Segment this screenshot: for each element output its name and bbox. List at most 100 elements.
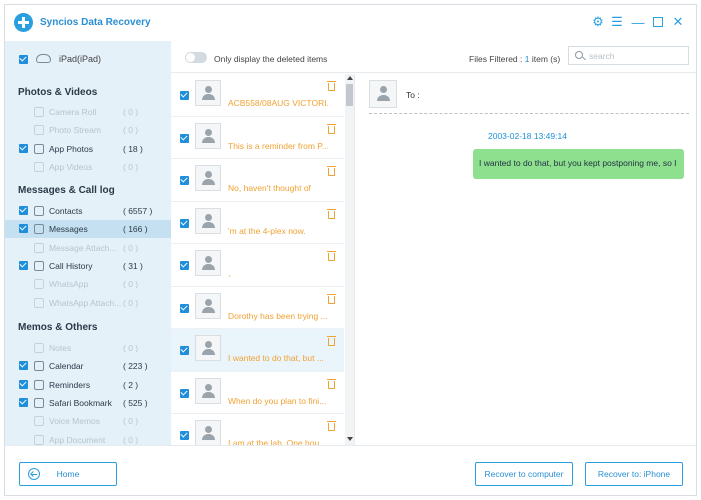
trash-icon[interactable] bbox=[327, 336, 336, 346]
sidebar-item-count: ( 0 ) bbox=[123, 434, 139, 445]
home-button[interactable]: Home bbox=[19, 462, 117, 486]
sidebar-item-label: App Photos bbox=[49, 143, 93, 154]
message-preview: No, haven't thought of bbox=[228, 183, 311, 193]
message-checkbox[interactable] bbox=[180, 346, 189, 355]
message-list-item[interactable]: I wanted to do that, but ... bbox=[171, 329, 344, 372]
message-checkbox[interactable] bbox=[180, 133, 189, 143]
message-list-item[interactable]: ACB558/08AUG VICTORI... bbox=[171, 74, 344, 117]
sidebar-item-contacts[interactable]: Contacts ( 6557 ) bbox=[5, 202, 171, 220]
recover-to-iphone-button[interactable]: Recover to: iPhone bbox=[585, 462, 683, 486]
sidebar-item-count: ( 6557 ) bbox=[123, 206, 153, 216]
message-list-item[interactable]: I am at the lab. One hou... bbox=[171, 414, 344, 445]
sidebar-item-notes[interactable]: Notes ( 0 ) bbox=[5, 339, 171, 357]
section-title: Messages & Call log bbox=[18, 185, 115, 196]
trash-icon[interactable] bbox=[327, 251, 336, 261]
settings-gear-icon[interactable]: ⚙ bbox=[590, 14, 606, 30]
sidebar-item-safari-bookmark[interactable]: Safari Bookmark ( 525 ) bbox=[5, 394, 171, 412]
message-preview: 'm at the 4-plex now. bbox=[228, 225, 306, 236]
message-list-item[interactable]: When do you plan to fini... bbox=[171, 372, 344, 414]
message-checkbox[interactable] bbox=[180, 431, 189, 440]
device-checkbox[interactable] bbox=[19, 55, 28, 64]
sidebar-item-whatsapp-attach[interactable]: WhatsApp Attach...( 0 ) bbox=[5, 294, 171, 312]
sidebar-item-count: ( 166 ) bbox=[123, 224, 148, 235]
sidebar-item-label: WhatsApp bbox=[49, 279, 89, 290]
maximize-icon[interactable] bbox=[650, 14, 666, 30]
message-list-scrollbar[interactable] bbox=[345, 74, 354, 445]
device-row[interactable]: iPad(iPad) bbox=[5, 41, 171, 79]
photo-stream-icon bbox=[34, 125, 44, 136]
sidebar-item-label: Reminders bbox=[49, 379, 91, 390]
sidebar-item-photo-stream[interactable]: Photo Stream ( 0 ) bbox=[5, 121, 171, 139]
search-input[interactable] bbox=[589, 49, 684, 62]
sidebar-item-app-photos[interactable]: App Photos ( 18 ) bbox=[5, 140, 171, 158]
title-bar: Syncios Data Recovery ⚙ ☰ — ✕ bbox=[5, 5, 696, 41]
scroll-down-arrow-icon[interactable] bbox=[347, 437, 353, 441]
minimize-icon[interactable]: — bbox=[630, 14, 646, 30]
avatar-body bbox=[202, 221, 215, 228]
to-label: To : bbox=[406, 90, 420, 100]
sidebar-item-call-history[interactable]: Call History ( 31 ) bbox=[5, 257, 171, 275]
sidebar-item-app-videos[interactable]: App Videos ( 0 ) bbox=[5, 158, 171, 176]
avatar-body bbox=[202, 179, 215, 185]
contact-avatar-icon bbox=[195, 377, 221, 404]
trash-icon[interactable] bbox=[327, 123, 336, 134]
trash-icon[interactable] bbox=[327, 293, 336, 304]
recover-to-computer-button[interactable]: Recover to computer bbox=[475, 462, 573, 486]
search-box[interactable] bbox=[568, 46, 689, 65]
sidebar-item-whatsapp[interactable]: WhatsApp ( 0 ) bbox=[5, 275, 171, 293]
device-name: iPad(iPad) bbox=[59, 54, 102, 64]
sidebar-item-count: ( 0 ) bbox=[123, 161, 139, 172]
scroll-up-arrow-icon[interactable] bbox=[347, 76, 353, 80]
avatar-body bbox=[202, 94, 215, 100]
sidebar-item-label: Safari Bookmark bbox=[49, 397, 112, 408]
item-checkbox[interactable] bbox=[19, 379, 28, 389]
calendar-icon bbox=[34, 361, 44, 372]
sidebar-item-label: Calendar bbox=[49, 361, 84, 372]
message-checkbox[interactable] bbox=[180, 388, 189, 398]
sidebar-item-message-attach[interactable]: Message Attach... ( 0 ) bbox=[5, 239, 171, 257]
item-checkbox[interactable] bbox=[19, 206, 28, 215]
message-list-item[interactable]: This is a reminder from P... bbox=[171, 117, 344, 159]
sidebar-item-label: Contacts bbox=[49, 206, 83, 216]
menu-icon[interactable]: ☰ bbox=[609, 14, 625, 30]
sidebar-item-messages[interactable]: Messages ( 166 ) bbox=[5, 220, 171, 239]
sidebar-item-label: Camera Roll bbox=[49, 107, 97, 117]
message-checkbox[interactable] bbox=[180, 303, 189, 313]
sidebar-item-label: Photo Stream bbox=[49, 125, 101, 136]
sidebar-item-camera-roll[interactable]: Camera Roll ( 0 ) bbox=[5, 103, 171, 121]
sidebar-item-calendar[interactable]: Calendar ( 223 ) bbox=[5, 357, 171, 375]
message-checkbox[interactable] bbox=[180, 176, 189, 185]
voice-memos-icon bbox=[34, 416, 44, 427]
avatar-head bbox=[205, 256, 212, 263]
scroll-thumb[interactable] bbox=[346, 84, 353, 106]
item-checkbox[interactable] bbox=[19, 361, 28, 371]
message-bubble: I wanted to do that, but you kept postpo… bbox=[473, 149, 684, 179]
trash-icon[interactable] bbox=[327, 166, 336, 176]
close-icon[interactable]: ✕ bbox=[670, 14, 686, 30]
item-checkbox[interactable] bbox=[19, 397, 28, 407]
item-checkbox[interactable] bbox=[19, 260, 28, 270]
message-list-item[interactable]: No, haven't thought of bbox=[171, 159, 344, 202]
message-list-item[interactable]: , bbox=[171, 244, 344, 287]
message-checkbox[interactable] bbox=[180, 91, 189, 100]
avatar-body bbox=[202, 434, 215, 440]
message-list-item[interactable]: 'm at the 4-plex now. bbox=[171, 202, 344, 244]
trash-icon[interactable] bbox=[327, 81, 336, 91]
deleted-only-toggle[interactable] bbox=[185, 52, 207, 63]
sidebar-item-label: Message Attach... bbox=[49, 242, 117, 253]
sidebar-item-voice-memos[interactable]: Voice Memos ( 0 ) bbox=[5, 412, 171, 430]
message-checkbox[interactable] bbox=[180, 218, 189, 228]
sidebar-item-count: ( 525 ) bbox=[123, 397, 148, 408]
trash-icon[interactable] bbox=[327, 378, 336, 389]
trash-icon[interactable] bbox=[327, 208, 336, 219]
deleted-only-label: Only display the deleted items bbox=[214, 54, 328, 64]
item-checkbox[interactable] bbox=[19, 224, 28, 234]
message-preview: I am at the lab. One hou... bbox=[228, 438, 327, 445]
sidebar-item-count: ( 0 ) bbox=[123, 416, 139, 427]
sidebar-item-reminders[interactable]: Reminders ( 2 ) bbox=[5, 376, 171, 394]
item-checkbox[interactable] bbox=[19, 143, 28, 153]
trash-icon[interactable] bbox=[327, 421, 336, 431]
message-checkbox[interactable] bbox=[180, 261, 189, 270]
bottom-bar: Home Recover to computer Recover to: iPh… bbox=[5, 445, 696, 495]
message-list-item[interactable]: Dorothy has been trying ... bbox=[171, 287, 344, 329]
